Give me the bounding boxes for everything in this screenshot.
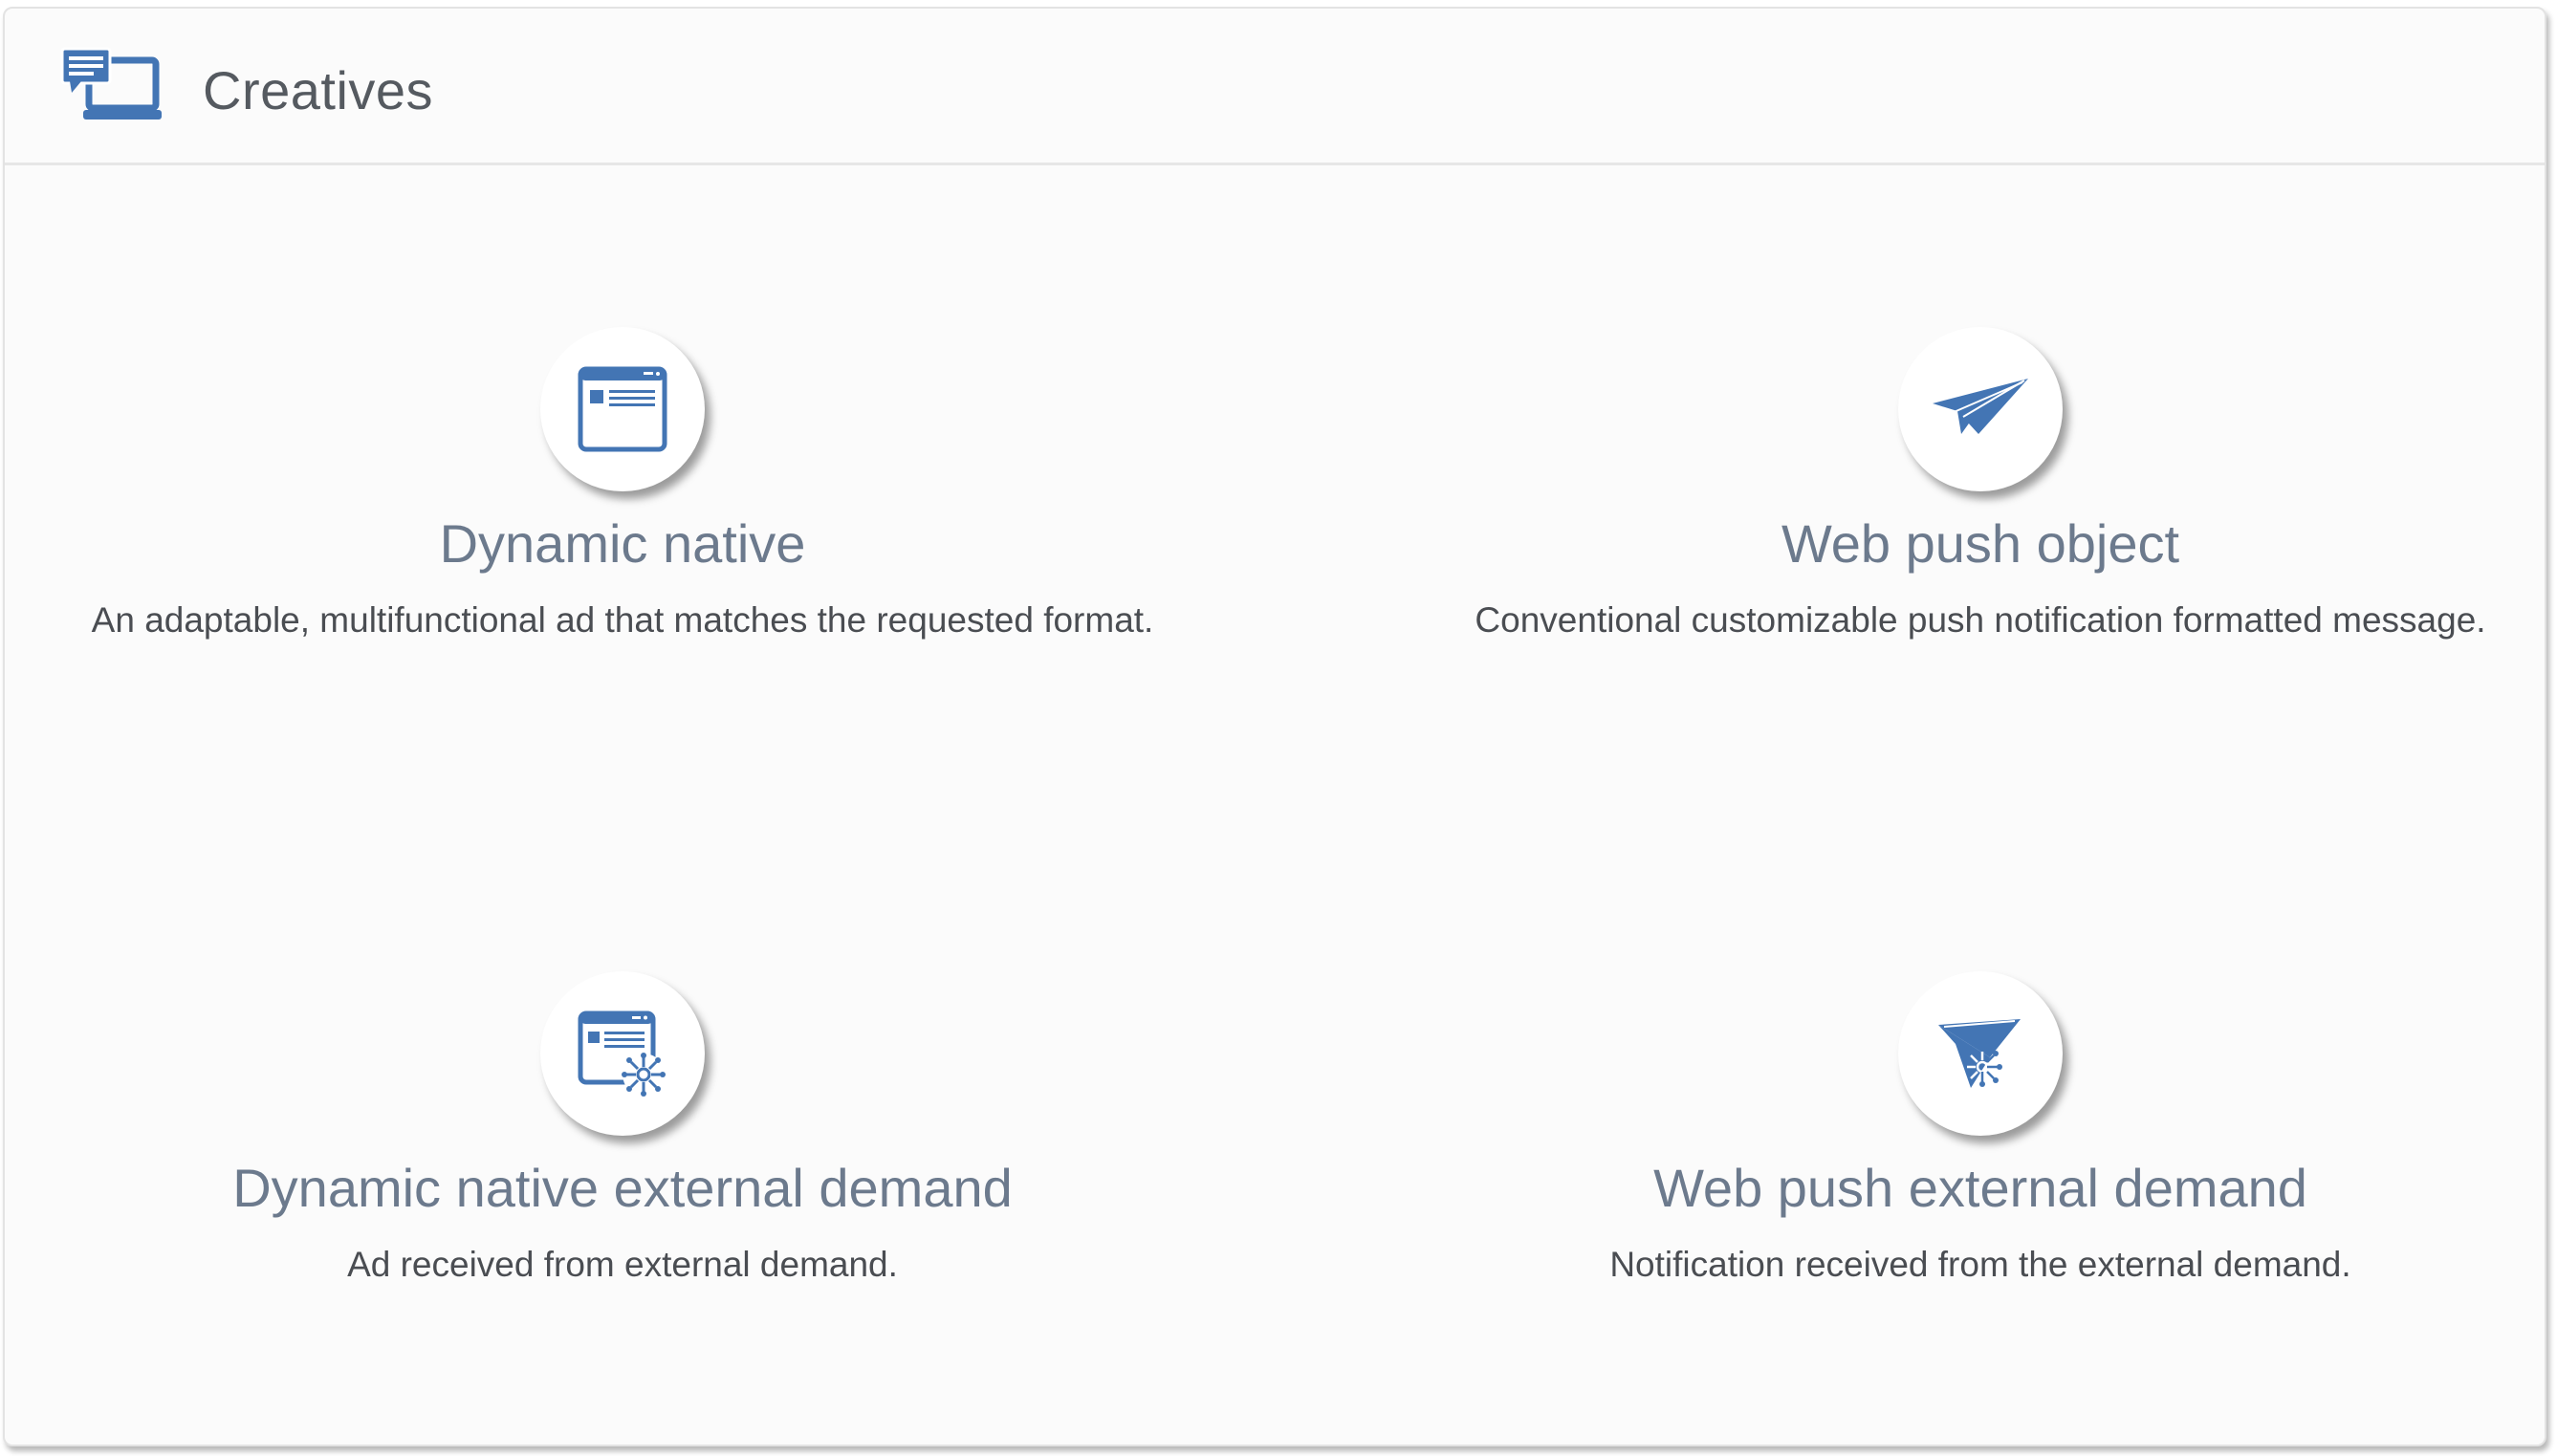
card-icon-circle <box>540 327 705 491</box>
paper-plane-network-icon <box>1938 1019 2021 1088</box>
panel-header: Creatives <box>5 9 2545 165</box>
creatives-panel: Creatives Dynamic native An adaptable, m… <box>3 7 2546 1446</box>
paper-plane-icon <box>1933 379 2028 434</box>
card-web-push-object[interactable]: Web push object Conventional customizabl… <box>1321 327 2545 671</box>
monitor-chat-icon <box>60 47 162 120</box>
browser-window-network-icon <box>578 1011 666 1097</box>
card-description: Notification received from the external … <box>1609 1245 2351 1284</box>
card-description: Conventional customizable push notificat… <box>1475 600 2486 640</box>
browser-window-icon <box>578 366 667 452</box>
card-icon-circle <box>540 971 705 1136</box>
card-title: Dynamic native <box>439 513 806 574</box>
card-web-push-external-demand[interactable]: Web push external demand Notification re… <box>1321 971 2545 1315</box>
card-title: Web push object <box>1781 513 2180 574</box>
card-dynamic-native-external-demand[interactable]: Dynamic native external demand Ad receiv… <box>5 971 1282 1315</box>
page-title: Creatives <box>203 60 434 120</box>
card-dynamic-native[interactable]: Dynamic native An adaptable, multifuncti… <box>5 327 1282 671</box>
card-description: An adaptable, multifunctional ad that ma… <box>91 600 1154 640</box>
card-icon-circle <box>1898 327 2063 491</box>
card-icon-circle <box>1898 971 2063 1136</box>
card-title: Dynamic native external demand <box>232 1158 1013 1218</box>
card-title: Web push external demand <box>1653 1158 2307 1218</box>
card-description: Ad received from external demand. <box>347 1245 898 1284</box>
